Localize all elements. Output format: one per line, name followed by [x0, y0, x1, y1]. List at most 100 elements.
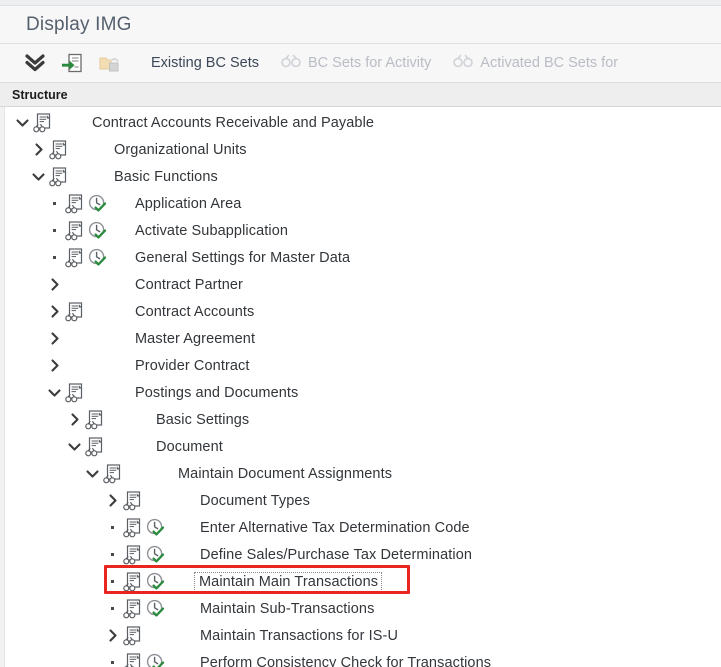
chevron-right-icon[interactable]: [30, 143, 47, 156]
tree-row-label[interactable]: Maintain Main Transactions: [196, 574, 380, 590]
tree-row-label[interactable]: Maintain Document Assignments: [174, 466, 392, 482]
tree-row-label[interactable]: Basic Settings: [152, 412, 249, 428]
img-activity-doc-icon: [121, 491, 143, 511]
toolbar-button-existing-bc-sets[interactable]: Existing BC Sets: [151, 55, 259, 71]
tree-row-label[interactable]: Enter Alternative Tax Determination Code: [196, 520, 470, 536]
img-activity-doc-icon: [63, 221, 85, 241]
tree-leaf-bullet-icon: [104, 553, 121, 556]
execute-activity-icon[interactable]: [143, 518, 167, 537]
execute-activity-icon[interactable]: [85, 194, 109, 213]
tree-row[interactable]: Application Area: [0, 190, 721, 217]
chevron-right-icon[interactable]: [104, 629, 121, 642]
tree-row-label[interactable]: Document: [152, 439, 223, 455]
tree-row-label[interactable]: Define Sales/Purchase Tax Determination: [196, 547, 472, 563]
tree-row-label[interactable]: Document Types: [196, 493, 310, 509]
img-activity-doc-icon: [121, 572, 143, 592]
tree-row[interactable]: Basic Settings: [0, 406, 721, 433]
chevron-right-icon[interactable]: [46, 359, 63, 372]
tree-row[interactable]: Enter Alternative Tax Determination Code: [0, 514, 721, 541]
tree-row[interactable]: Maintain Document Assignments: [0, 460, 721, 487]
tree-row[interactable]: Contract Partner: [0, 271, 721, 298]
binoculars-icon: [281, 54, 301, 72]
expand-all-icon[interactable]: [18, 48, 52, 78]
tree-row[interactable]: General Settings for Master Data: [0, 244, 721, 271]
tree-row[interactable]: Document Types: [0, 487, 721, 514]
tree-row-label[interactable]: Perform Consistency Check for Transactio…: [196, 655, 491, 667]
chevron-right-icon[interactable]: [104, 494, 121, 507]
tree-row[interactable]: Maintain Sub-Transactions: [0, 595, 721, 622]
chevron-right-icon[interactable]: [46, 332, 63, 345]
tree-leaf-bullet-icon: [104, 580, 121, 583]
toolbar-button-label: Activated BC Sets for: [480, 55, 618, 71]
tree-row[interactable]: Provider Contract: [0, 352, 721, 379]
tree-row[interactable]: Master Agreement: [0, 325, 721, 352]
chevron-down-icon[interactable]: [46, 388, 63, 398]
tree-row[interactable]: Organizational Units: [0, 136, 721, 163]
tree-row-label[interactable]: Application Area: [131, 196, 241, 212]
toolbar-button-label: BC Sets for Activity: [308, 55, 431, 71]
tree-row[interactable]: Basic Functions: [0, 163, 721, 190]
execute-activity-icon[interactable]: [143, 599, 167, 618]
tree-row[interactable]: Define Sales/Purchase Tax Determination: [0, 541, 721, 568]
chevron-down-icon[interactable]: [30, 172, 47, 182]
tree-row[interactable]: Perform Consistency Check for Transactio…: [0, 649, 721, 667]
tree-row-label[interactable]: Contract Partner: [131, 277, 243, 293]
binoculars-icon: [453, 54, 473, 72]
jump-to-activity-icon[interactable]: [55, 48, 89, 78]
title-bar: Display IMG: [0, 6, 721, 44]
tree-row-label[interactable]: Contract Accounts Receivable and Payable: [88, 115, 374, 131]
chevron-right-icon[interactable]: [46, 278, 63, 291]
img-activity-doc-icon: [83, 410, 105, 430]
tree-row-label[interactable]: Contract Accounts: [131, 304, 254, 320]
toolbar-button-activated-bc-sets-for[interactable]: Activated BC Sets for: [453, 54, 618, 72]
img-activity-doc-icon: [63, 383, 85, 403]
column-header-structure[interactable]: Structure: [0, 83, 721, 107]
img-activity-doc-icon: [121, 653, 143, 667]
img-activity-doc-icon: [63, 194, 85, 214]
tree-row-label[interactable]: Master Agreement: [131, 331, 255, 347]
tree-row-label[interactable]: Maintain Transactions for IS-U: [196, 628, 398, 644]
img-activity-doc-icon: [121, 518, 143, 538]
chevron-right-icon[interactable]: [66, 413, 83, 426]
execute-activity-icon[interactable]: [85, 221, 109, 240]
execute-activity-icon[interactable]: [143, 572, 167, 591]
tree-leaf-bullet-icon: [104, 526, 121, 529]
tree-row-label[interactable]: Provider Contract: [131, 358, 250, 374]
page-title: Display IMG: [26, 14, 132, 36]
tree-leaf-bullet-icon: [46, 202, 63, 205]
tree-row[interactable]: Maintain Transactions for IS-U: [0, 622, 721, 649]
tree-row-label[interactable]: Activate Subapplication: [131, 223, 288, 239]
execute-activity-icon[interactable]: [85, 248, 109, 267]
img-activity-doc-icon: [121, 626, 143, 646]
img-activity-doc-icon: [47, 140, 69, 160]
img-structure-tree: Contract Accounts Receivable and Payable…: [0, 107, 721, 667]
tree-row[interactable]: Contract Accounts: [0, 298, 721, 325]
tree-row-label[interactable]: Organizational Units: [110, 142, 247, 158]
tree-row-label[interactable]: General Settings for Master Data: [131, 250, 350, 266]
tree-row[interactable]: Activate Subapplication: [0, 217, 721, 244]
tree-row-label[interactable]: Postings and Documents: [131, 385, 298, 401]
tree-row[interactable]: Document: [0, 433, 721, 460]
chevron-right-icon[interactable]: [46, 305, 63, 318]
tree-leaf-bullet-icon: [104, 607, 121, 610]
toolbar: Existing BC Sets BC Sets for Activity Ac…: [0, 44, 721, 83]
tree-leaf-bullet-icon: [46, 229, 63, 232]
tree-row-label[interactable]: Maintain Sub-Transactions: [196, 601, 374, 617]
folder-lock-icon: [92, 48, 126, 78]
chevron-down-icon[interactable]: [66, 442, 83, 452]
tree-row-label[interactable]: Basic Functions: [110, 169, 218, 185]
chevron-down-icon[interactable]: [14, 118, 31, 128]
img-activity-doc-icon: [101, 464, 123, 484]
tree-leaf-bullet-icon: [104, 661, 121, 664]
toolbar-button-bc-sets-for-activity[interactable]: BC Sets for Activity: [281, 54, 431, 72]
img-activity-doc-icon: [47, 167, 69, 187]
execute-activity-icon[interactable]: [143, 545, 167, 564]
execute-activity-icon[interactable]: [143, 653, 167, 667]
tree-row[interactable]: Maintain Main Transactions: [0, 568, 721, 595]
tree-leaf-bullet-icon: [46, 256, 63, 259]
img-activity-doc-icon: [121, 599, 143, 619]
chevron-down-icon[interactable]: [84, 469, 101, 479]
tree-row[interactable]: Contract Accounts Receivable and Payable: [0, 109, 721, 136]
img-activity-doc-icon: [83, 437, 105, 457]
tree-row[interactable]: Postings and Documents: [0, 379, 721, 406]
